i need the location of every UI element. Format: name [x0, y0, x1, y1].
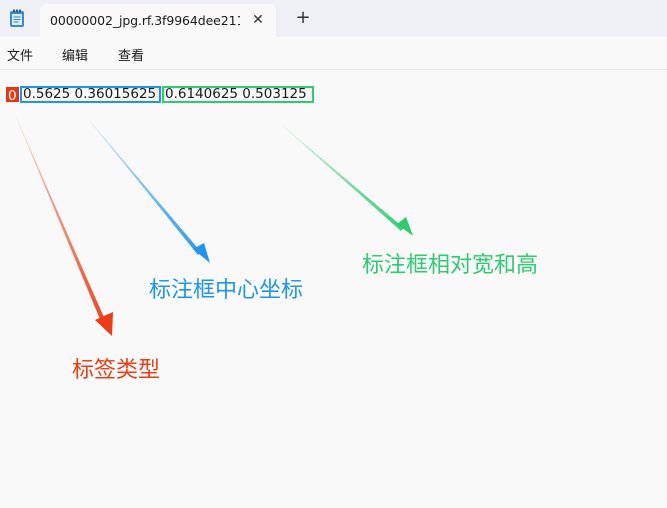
- tab-document[interactable]: 00000002_jpg.rf.3f9964dee211df8 ✕: [40, 4, 276, 37]
- text-editor[interactable]: 0 0.5625 0.36015625 0.6140625 0.503125: [0, 70, 667, 508]
- menu-bar: 文件 编辑 查看: [0, 37, 667, 70]
- title-bar: 00000002_jpg.rf.3f9964dee211df8 ✕ +: [0, 0, 667, 37]
- tab-title: 00000002_jpg.rf.3f9964dee211df8: [50, 13, 240, 28]
- box-size-label: 标注框相对宽和高: [362, 253, 539, 278]
- class-type-label: 标签类型: [72, 358, 161, 383]
- menu-view[interactable]: 查看: [118, 45, 144, 64]
- box-size-highlight: 0.6140625 0.503125: [162, 86, 314, 103]
- class-id-highlight: 0: [6, 87, 19, 102]
- menu-edit[interactable]: 编辑: [62, 45, 88, 64]
- add-tab-icon[interactable]: +: [294, 9, 312, 27]
- center-coords-highlight: 0.5625 0.36015625: [20, 86, 161, 103]
- menu-file[interactable]: 文件: [7, 45, 33, 64]
- close-icon[interactable]: ✕: [250, 12, 266, 28]
- center-coords-label: 标注框中心坐标: [149, 278, 304, 303]
- notepad-icon: [10, 9, 24, 27]
